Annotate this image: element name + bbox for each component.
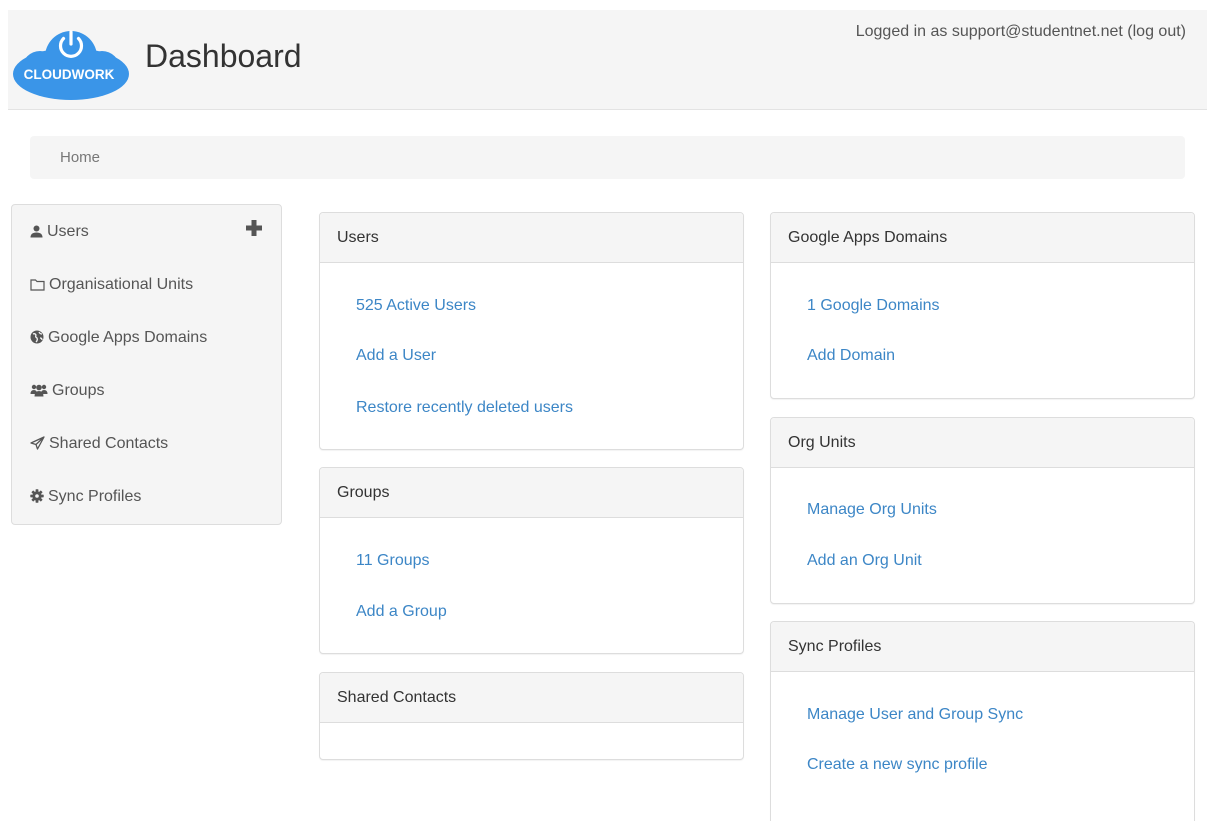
sidebar-item-label: Sync Profiles xyxy=(48,488,142,505)
add-org-unit-link[interactable]: Add an Org Unit xyxy=(807,552,922,570)
sidebar-item-label: Google Apps Domains xyxy=(48,329,208,346)
panel-title: Org Units xyxy=(771,418,1194,468)
gear-icon xyxy=(30,489,44,503)
org-units-panel: Org Units Manage Org Units Add an Org Un… xyxy=(770,417,1195,604)
groups-count-link[interactable]: 11 Groups xyxy=(356,552,430,570)
top-header: CLOUDWORK ™ Dashboard Logged in as suppo… xyxy=(8,10,1207,110)
sync-profiles-panel: Sync Profiles Manage User and Group Sync… xyxy=(770,621,1195,821)
sidebar-item-label: Organisational Units xyxy=(49,276,194,293)
sidebar-item-shared-contacts[interactable]: Shared Contacts xyxy=(30,429,168,459)
manage-org-units-link[interactable]: Manage Org Units xyxy=(807,501,937,519)
panel-title: Sync Profiles xyxy=(771,622,1194,672)
sidebar-item-users[interactable]: Users xyxy=(30,217,89,247)
cloudwork-logo[interactable]: CLOUDWORK ™ xyxy=(10,24,132,102)
users-panel: Users 525 Active Users Add a User Restor… xyxy=(319,212,744,450)
sidebar: Users Organisational Units Google Apps D… xyxy=(11,204,282,525)
login-text: Logged in as support@studentnet.net xyxy=(855,23,1123,40)
folder-icon xyxy=(30,279,45,291)
manage-sync-link[interactable]: Manage User and Group Sync xyxy=(807,706,1023,724)
shared-contacts-panel: Shared Contacts xyxy=(319,672,744,760)
breadcrumb: Home xyxy=(30,136,1185,179)
create-sync-profile-link[interactable]: Create a new sync profile xyxy=(807,756,988,774)
sidebar-item-groups[interactable]: Groups xyxy=(30,376,104,406)
sidebar-item-label: Groups xyxy=(52,382,105,399)
active-users-link[interactable]: 525 Active Users xyxy=(356,297,476,315)
add-user-link[interactable]: Add a User xyxy=(356,347,436,365)
sidebar-item-label: Users xyxy=(47,223,89,240)
panel-title: Users xyxy=(320,213,743,263)
sidebar-item-organisational-units[interactable]: Organisational Units xyxy=(30,270,193,300)
page-title: Dashboard xyxy=(145,38,302,74)
plus-icon[interactable] xyxy=(245,219,263,237)
groups-panel: Groups 11 Groups Add a Group xyxy=(319,467,744,654)
add-group-link[interactable]: Add a Group xyxy=(356,603,447,621)
login-status: Logged in as support@studentnet.net (log… xyxy=(856,23,1186,41)
google-domains-link[interactable]: 1 Google Domains xyxy=(807,297,940,315)
panel-title: Shared Contacts xyxy=(320,673,743,723)
logout-link[interactable]: (log out) xyxy=(1127,23,1186,40)
google-domains-panel: Google Apps Domains 1 Google Domains Add… xyxy=(770,212,1195,399)
add-domain-link[interactable]: Add Domain xyxy=(807,347,895,365)
sidebar-item-label: Shared Contacts xyxy=(49,435,169,452)
panel-title: Google Apps Domains xyxy=(771,213,1194,263)
panel-title: Groups xyxy=(320,468,743,518)
restore-users-link[interactable]: Restore recently deleted users xyxy=(356,399,573,417)
user-icon xyxy=(30,225,43,238)
paper-plane-icon xyxy=(30,436,45,450)
svg-text:™: ™ xyxy=(108,69,113,75)
sidebar-item-google-apps-domains[interactable]: Google Apps Domains xyxy=(30,323,207,353)
svg-text:CLOUDWORK: CLOUDWORK xyxy=(24,67,115,82)
users-icon xyxy=(30,384,48,397)
globe-icon xyxy=(30,330,44,344)
breadcrumb-home[interactable]: Home xyxy=(60,149,100,166)
sidebar-item-sync-profiles[interactable]: Sync Profiles xyxy=(30,482,141,512)
